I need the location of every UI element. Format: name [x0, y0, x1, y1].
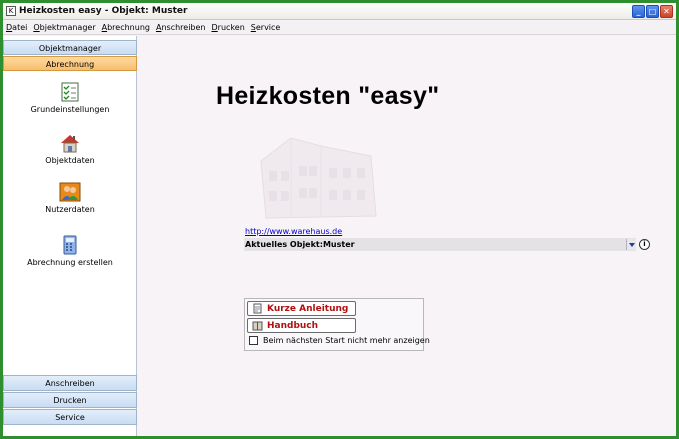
- document-icon: [253, 303, 262, 314]
- sidebar-tab-abrechnung[interactable]: Abrechnung: [3, 56, 137, 71]
- nav-objektdaten-label: Objektdaten: [45, 156, 95, 165]
- menu-datei[interactable]: Datei: [3, 21, 30, 34]
- menu-anschreiben[interactable]: Anschreiben: [153, 21, 209, 34]
- building-watermark-icon: [260, 137, 377, 219]
- nav-grundeinstellungen-label: Grundeinstellungen: [30, 105, 110, 114]
- handbuch-label: Handbuch: [267, 320, 319, 331]
- title-bar[interactable]: K Heizkosten easy - Objekt: Muster _ □ ✕: [3, 3, 676, 20]
- nav-grundeinstellungen[interactable]: Grundeinstellungen: [3, 82, 137, 114]
- book-icon: [252, 321, 263, 331]
- menu-abrechnung[interactable]: Abrechnung: [99, 21, 153, 34]
- nav-abrechnung-erstellen[interactable]: Abrechnung erstellen: [3, 235, 137, 267]
- dont-show-again-checkbox[interactable]: [249, 336, 258, 345]
- chevron-down-icon[interactable]: [626, 239, 636, 250]
- close-button[interactable]: ✕: [660, 5, 673, 18]
- nav-nutzerdaten[interactable]: Nutzerdaten: [3, 182, 137, 214]
- sidebar-tab-drucken[interactable]: Drucken: [3, 392, 137, 408]
- menu-objektmanager[interactable]: Objektmanager: [30, 21, 98, 34]
- kurze-anleitung-label: Kurze Anleitung: [267, 303, 349, 314]
- window-controls: _ □ ✕: [632, 5, 673, 18]
- website-link[interactable]: http://www.warehaus.de: [245, 227, 342, 236]
- current-object-label: Aktuelles Objekt:Muster: [245, 240, 355, 249]
- app-icon: K: [6, 6, 16, 16]
- page-title: Heizkosten "easy": [216, 82, 440, 110]
- main-content: Heizkosten "easy" http://www.warehaus.de…: [138, 36, 676, 436]
- handbuch-button[interactable]: Handbuch: [247, 318, 356, 333]
- calculator-icon: [63, 235, 77, 255]
- sidebar-tab-service[interactable]: Service: [3, 409, 137, 425]
- nav-abrechnung-erstellen-label: Abrechnung erstellen: [27, 258, 113, 267]
- info-icon[interactable]: i: [639, 239, 650, 250]
- menu-bar: Datei Objektmanager Abrechnung Anschreib…: [3, 21, 676, 35]
- dont-show-again-label: Beim nächsten Start nicht mehr anzeigen: [263, 336, 430, 345]
- window-title: Heizkosten easy - Objekt: Muster: [19, 6, 188, 16]
- house-icon: [61, 135, 79, 153]
- menu-drucken[interactable]: Drucken: [209, 21, 248, 34]
- current-object-select[interactable]: Aktuelles Objekt:Muster: [244, 238, 636, 251]
- sidebar: Objektmanager Abrechnung Grundeinstellun…: [3, 36, 137, 436]
- kurze-anleitung-button[interactable]: Kurze Anleitung: [247, 301, 356, 316]
- minimize-button[interactable]: _: [632, 5, 645, 18]
- nav-nutzerdaten-label: Nutzerdaten: [45, 205, 95, 214]
- dont-show-again-row[interactable]: Beim nächsten Start nicht mehr anzeigen: [249, 336, 430, 345]
- maximize-button[interactable]: □: [646, 5, 659, 18]
- sidebar-tab-anschreiben[interactable]: Anschreiben: [3, 375, 137, 391]
- app-window: K Heizkosten easy - Objekt: Muster _ □ ✕…: [0, 0, 679, 439]
- nav-objektdaten[interactable]: Objektdaten: [3, 133, 137, 165]
- checklist-icon: [61, 82, 79, 102]
- menu-service[interactable]: Service: [248, 21, 284, 34]
- help-panel: Kurze Anleitung Handbuch Beim nächsten S…: [244, 298, 430, 351]
- sidebar-tab-objektmanager[interactable]: Objektmanager: [3, 40, 137, 55]
- users-icon: [59, 182, 81, 202]
